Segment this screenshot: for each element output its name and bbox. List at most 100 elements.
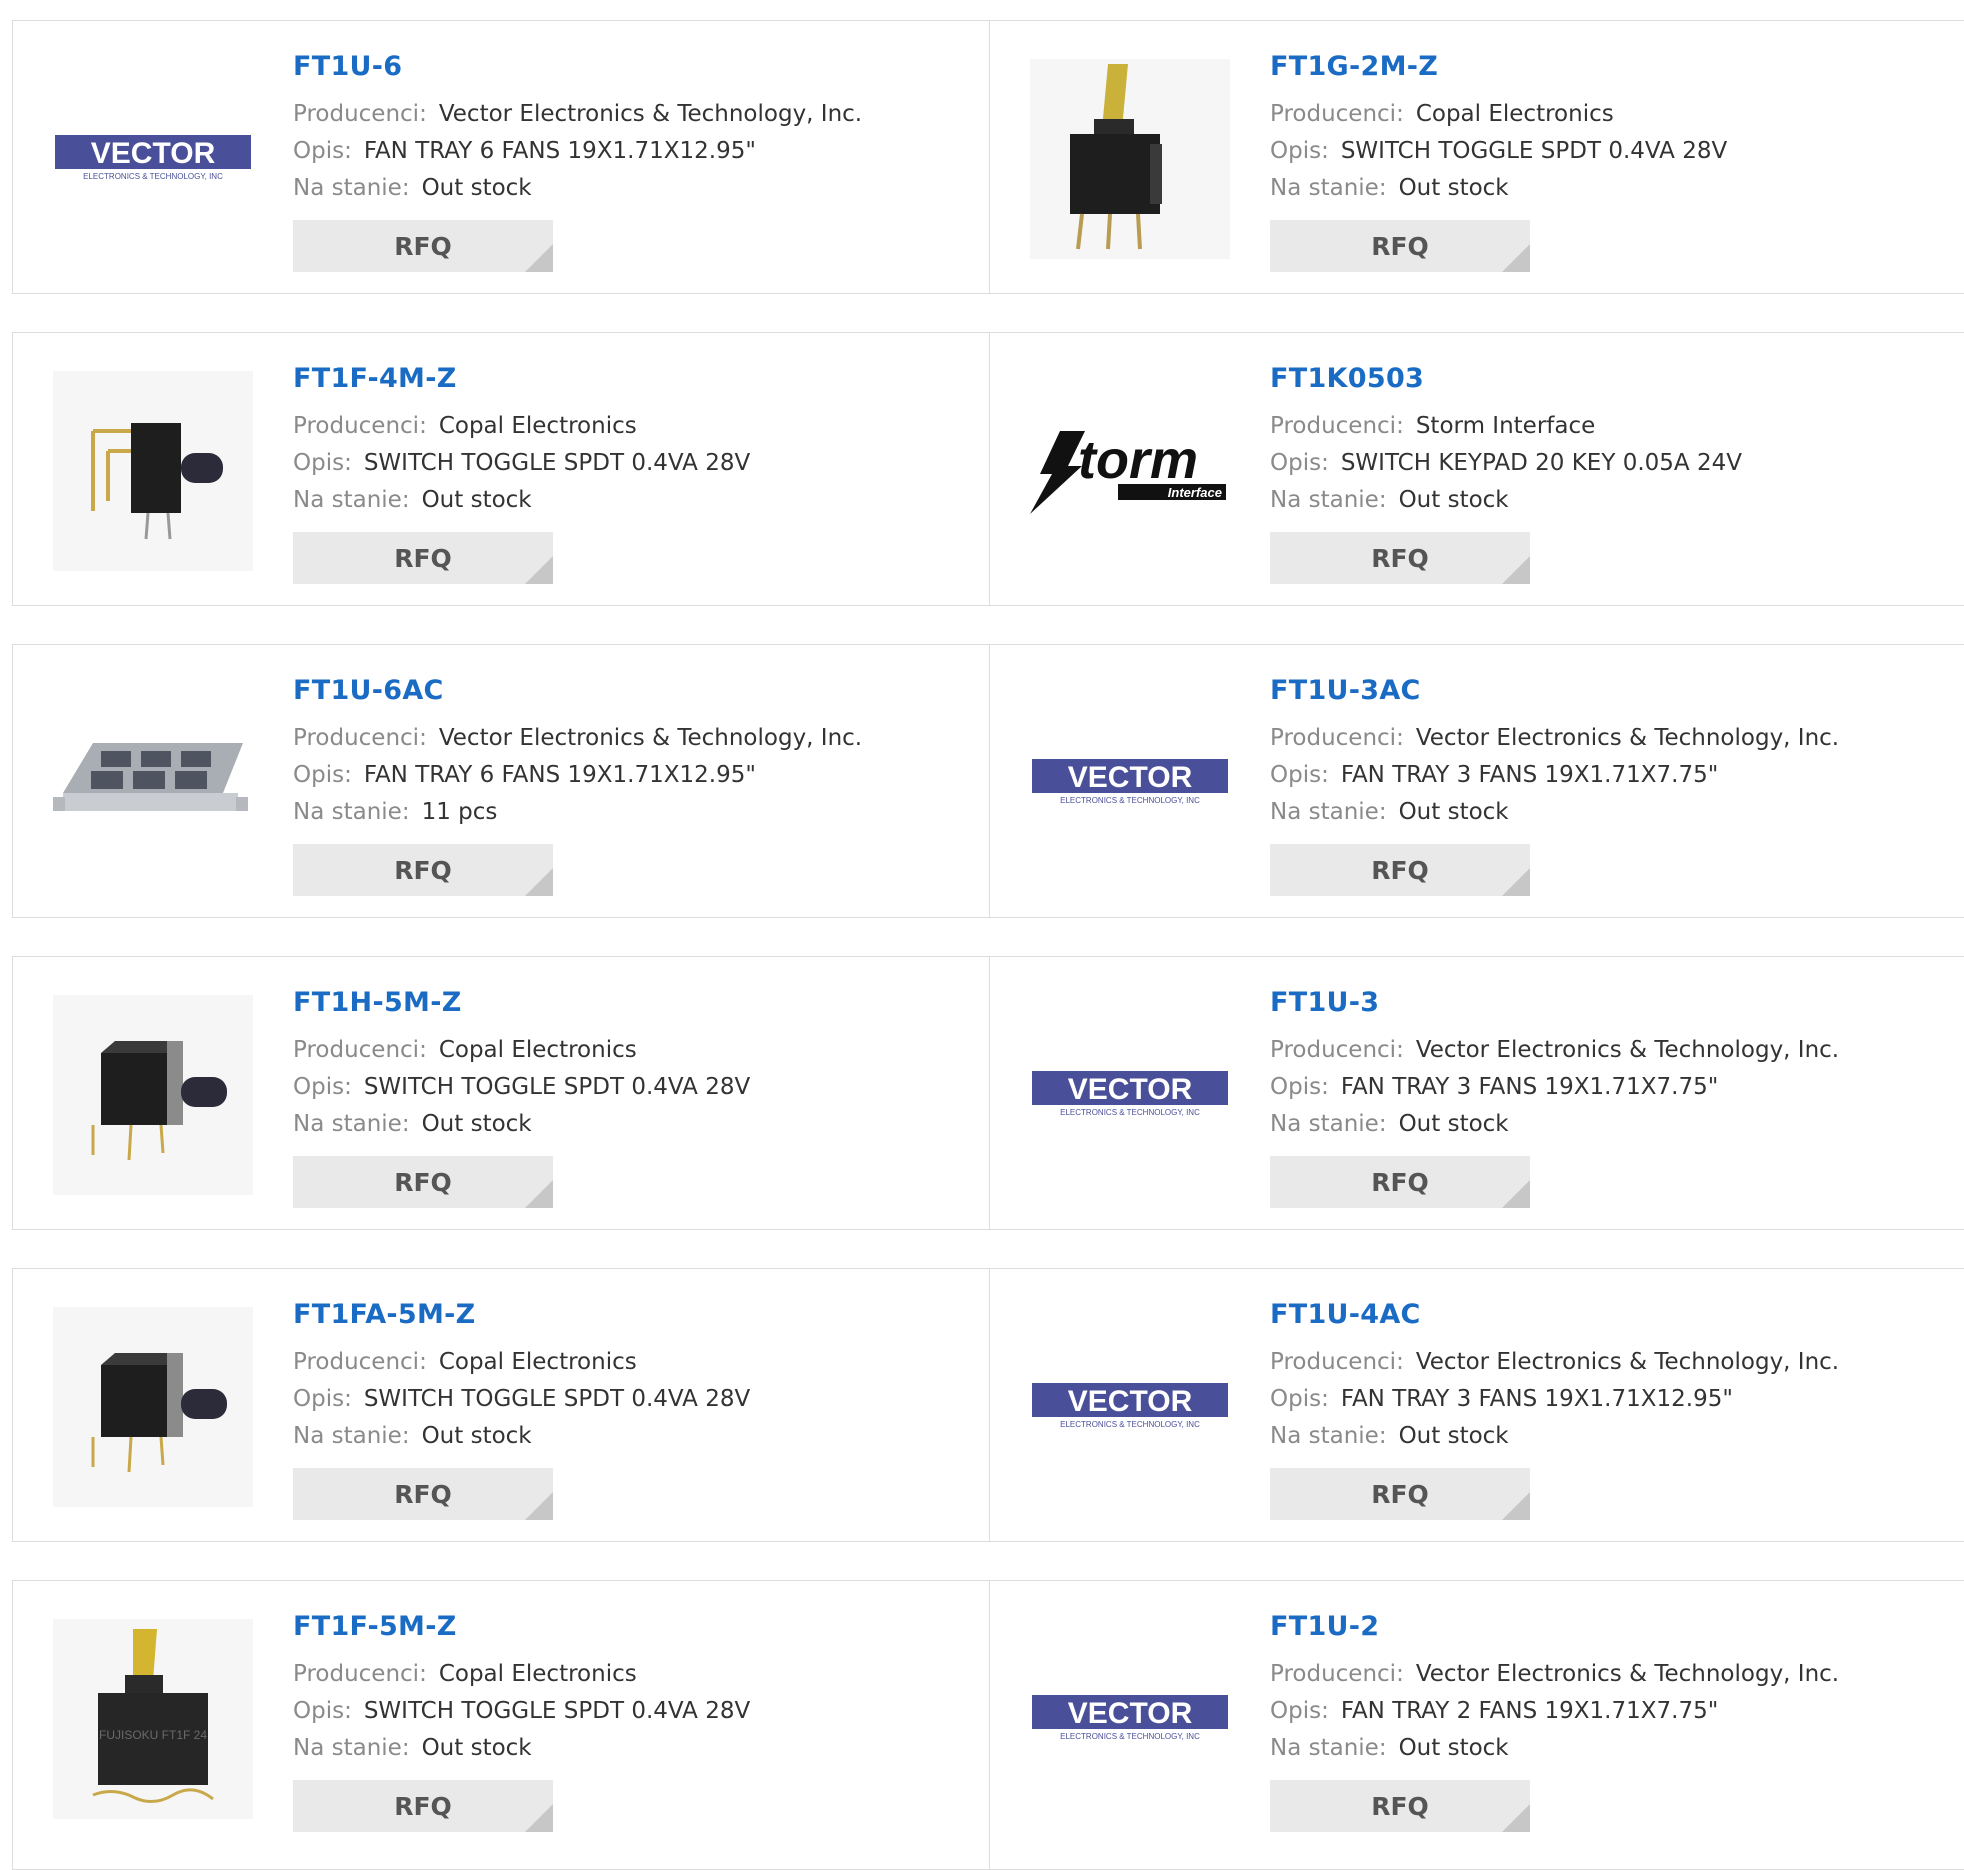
rfq-button[interactable]: RFQ bbox=[293, 844, 553, 896]
stock-value: Out stock bbox=[421, 175, 532, 201]
description-value: FAN TRAY 3 FANS 19X1.71X12.95" bbox=[1340, 1386, 1733, 1412]
manufacturer-label: Producenci: bbox=[1270, 1037, 1404, 1063]
manufacturer-label: Producenci: bbox=[1270, 725, 1404, 751]
product-image-toggle-switch[interactable] bbox=[53, 995, 253, 1195]
description-label: Opis: bbox=[1270, 762, 1329, 788]
vector-logo-sub: ELECTRONICS & TECHNOLOGY, INC bbox=[1060, 1108, 1200, 1117]
part-number-link[interactable]: FT1K0503 bbox=[1270, 363, 1742, 394]
product-image-storm-logo[interactable]: torm Interface bbox=[1030, 371, 1230, 571]
product-image-vector-logo[interactable]: VECTOR ELECTRONICS & TECHNOLOGY, INC bbox=[1030, 1307, 1230, 1507]
stock-value: Out stock bbox=[421, 1735, 532, 1761]
stock-label: Na stanie: bbox=[293, 1423, 410, 1449]
rfq-button[interactable]: RFQ bbox=[1270, 220, 1530, 272]
product-row: FT1H-5M-Z Producenci: Copal Electronics O… bbox=[12, 956, 1964, 1230]
rfq-button[interactable]: RFQ bbox=[293, 1780, 553, 1832]
vector-logo-sub: ELECTRONICS & TECHNOLOGY, INC bbox=[83, 172, 223, 181]
manufacturer-label: Producenci: bbox=[293, 413, 427, 439]
description-label: Opis: bbox=[293, 1386, 352, 1412]
part-number-link[interactable]: FT1U-3 bbox=[1270, 987, 1839, 1018]
product-row: FT1FA-5M-Z Producenci: Copal Electronics … bbox=[12, 1268, 1964, 1542]
product-row: FT1F-4M-Z Producenci: Copal Electronics O… bbox=[12, 332, 1964, 606]
vector-logo-word: VECTOR bbox=[1068, 761, 1193, 794]
storm-logo-word: torm bbox=[1078, 430, 1198, 490]
stock-label: Na stanie: bbox=[1270, 175, 1387, 201]
manufacturer-value: Copal Electronics bbox=[438, 413, 637, 439]
product-image-toggle-switch[interactable] bbox=[53, 1307, 253, 1507]
stock-label: Na stanie: bbox=[1270, 799, 1387, 825]
vector-logo-word: VECTOR bbox=[1068, 1385, 1193, 1418]
product-image-vector-logo[interactable]: VECTOR ELECTRONICS & TECHNOLOGY, INC bbox=[1030, 995, 1230, 1195]
stock-value: Out stock bbox=[1398, 1111, 1509, 1137]
part-number-link[interactable]: FT1FA-5M-Z bbox=[293, 1299, 750, 1330]
description-label: Opis: bbox=[293, 138, 352, 164]
description-label: Opis: bbox=[1270, 1698, 1329, 1724]
manufacturer-value: Copal Electronics bbox=[438, 1661, 637, 1687]
stock-value: Out stock bbox=[1398, 487, 1509, 513]
stock-label: Na stanie: bbox=[293, 487, 410, 513]
rfq-button[interactable]: RFQ bbox=[1270, 532, 1530, 584]
manufacturer-label: Producenci: bbox=[1270, 413, 1404, 439]
manufacturer-value: Copal Electronics bbox=[1415, 101, 1614, 127]
description-label: Opis: bbox=[1270, 138, 1329, 164]
product-row: FT1U-6AC Producenci: Vector Electronics &… bbox=[12, 644, 1964, 918]
stock-value: Out stock bbox=[421, 1423, 532, 1449]
part-number-link[interactable]: FT1U-2 bbox=[1270, 1611, 1839, 1642]
manufacturer-value: Vector Electronics & Technology, Inc. bbox=[1415, 725, 1840, 751]
rfq-button[interactable]: RFQ bbox=[293, 532, 553, 584]
part-number-link[interactable]: FT1F-5M-Z bbox=[293, 1611, 750, 1642]
product-image-toggle-switch[interactable] bbox=[53, 371, 253, 571]
part-number-link[interactable]: FT1U-6AC bbox=[293, 675, 862, 706]
manufacturer-label: Producenci: bbox=[293, 101, 427, 127]
vector-logo-sub: ELECTRONICS & TECHNOLOGY, INC bbox=[1060, 1732, 1200, 1741]
rfq-button[interactable]: RFQ bbox=[293, 220, 553, 272]
product-image-vector-logo[interactable]: VECTOR ELECTRONICS & TECHNOLOGY, INC bbox=[1030, 1619, 1230, 1819]
product-image-vector-logo[interactable]: VECTOR ELECTRONICS & TECHNOLOGY, INC bbox=[1030, 683, 1230, 883]
stock-label: Na stanie: bbox=[1270, 487, 1387, 513]
rfq-button[interactable]: RFQ bbox=[293, 1468, 553, 1520]
manufacturer-value: Vector Electronics & Technology, Inc. bbox=[1415, 1661, 1840, 1687]
manufacturer-value: Vector Electronics & Technology, Inc. bbox=[1415, 1349, 1840, 1375]
description-label: Opis: bbox=[293, 1074, 352, 1100]
part-number-link[interactable]: FT1U-6 bbox=[293, 51, 862, 82]
part-number-link[interactable]: FT1U-4AC bbox=[1270, 1299, 1839, 1330]
product-image-toggle-switch[interactable]: FUJISOKU FT1F 24 bbox=[53, 1619, 253, 1819]
part-number-link[interactable]: FT1G-2M-Z bbox=[1270, 51, 1727, 82]
product-card: FT1F-4M-Z Producenci: Copal Electronics O… bbox=[13, 333, 990, 605]
description-value: SWITCH TOGGLE SPDT 0.4VA 28V bbox=[1340, 138, 1728, 164]
product-card: FT1H-5M-Z Producenci: Copal Electronics O… bbox=[13, 957, 990, 1229]
stock-label: Na stanie: bbox=[293, 799, 410, 825]
toggle-marking: FUJISOKU FT1F 24 bbox=[99, 1728, 207, 1742]
product-image-fan-tray[interactable] bbox=[53, 683, 253, 883]
manufacturer-value: Copal Electronics bbox=[438, 1037, 637, 1063]
rfq-button[interactable]: RFQ bbox=[1270, 1780, 1530, 1832]
stock-label: Na stanie: bbox=[1270, 1111, 1387, 1137]
part-number-link[interactable]: FT1F-4M-Z bbox=[293, 363, 750, 394]
product-row: FUJISOKU FT1F 24 FT1F-5M-Z Producenci: Co… bbox=[12, 1580, 1964, 1870]
vector-logo-word: VECTOR bbox=[91, 137, 216, 170]
manufacturer-label: Producenci: bbox=[1270, 1349, 1404, 1375]
description-label: Opis: bbox=[1270, 1074, 1329, 1100]
rfq-button[interactable]: RFQ bbox=[1270, 844, 1530, 896]
manufacturer-label: Producenci: bbox=[293, 1037, 427, 1063]
product-card: torm Interface FT1K0503 Producenci: Storm… bbox=[990, 333, 1964, 605]
description-label: Opis: bbox=[1270, 450, 1329, 476]
product-card: FT1G-2M-Z Producenci: Copal Electronics O… bbox=[990, 21, 1964, 293]
rfq-button[interactable]: RFQ bbox=[293, 1156, 553, 1208]
manufacturer-label: Producenci: bbox=[293, 1349, 427, 1375]
rfq-button[interactable]: RFQ bbox=[1270, 1156, 1530, 1208]
rfq-button[interactable]: RFQ bbox=[1270, 1468, 1530, 1520]
product-image-vector-logo[interactable]: VECTOR ELECTRONICS & TECHNOLOGY, INC bbox=[53, 59, 253, 259]
product-image-toggle-switch[interactable] bbox=[1030, 59, 1230, 259]
description-value: FAN TRAY 6 FANS 19X1.71X12.95" bbox=[363, 138, 756, 164]
description-value: SWITCH TOGGLE SPDT 0.4VA 28V bbox=[363, 1386, 751, 1412]
product-card: FUJISOKU FT1F 24 FT1F-5M-Z Producenci: Co… bbox=[13, 1581, 990, 1869]
description-value: SWITCH TOGGLE SPDT 0.4VA 28V bbox=[363, 1074, 751, 1100]
product-card: VECTOR ELECTRONICS & TECHNOLOGY, INC FT1… bbox=[13, 21, 990, 293]
part-number-link[interactable]: FT1U-3AC bbox=[1270, 675, 1839, 706]
stock-value: 11 pcs bbox=[421, 799, 498, 825]
stock-label: Na stanie: bbox=[1270, 1423, 1387, 1449]
vector-logo-sub: ELECTRONICS & TECHNOLOGY, INC bbox=[1060, 796, 1200, 805]
manufacturer-label: Producenci: bbox=[293, 725, 427, 751]
part-number-link[interactable]: FT1H-5M-Z bbox=[293, 987, 750, 1018]
stock-value: Out stock bbox=[1398, 175, 1509, 201]
